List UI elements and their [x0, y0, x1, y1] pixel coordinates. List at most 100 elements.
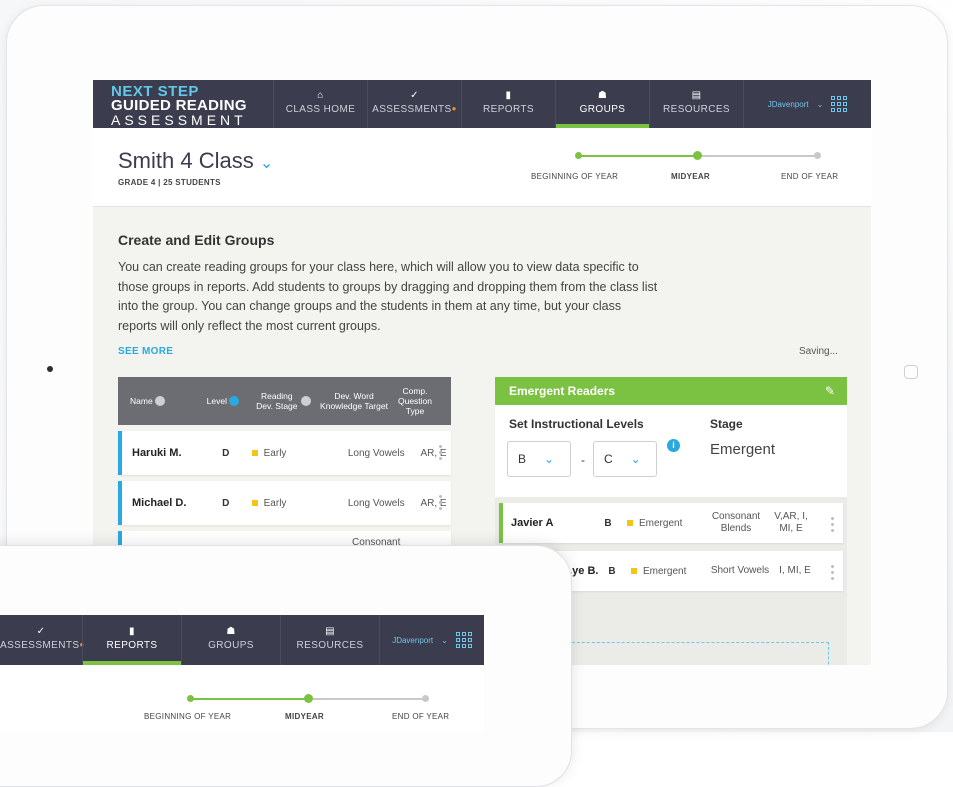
timeline-label-boy[interactable]: BEGINNING OF YEAR — [144, 712, 231, 721]
year-timeline — [187, 694, 429, 703]
student-qtype: AR, E — [420, 497, 447, 509]
home-icon: ⌂ — [317, 90, 324, 101]
nav-label: ASSESSMENTS — [372, 104, 452, 115]
level-to-value: C — [604, 452, 613, 466]
nav-reports[interactable]: ▮ REPORTS — [82, 615, 181, 665]
timeline-label-eoy[interactable]: END OF YEAR — [781, 172, 838, 181]
drag-handle-icon[interactable] — [439, 445, 443, 460]
timeline-label-midyear[interactable]: MIDYEAR — [671, 172, 710, 181]
col-level[interactable]: Level — [198, 396, 248, 407]
apps-grid-icon[interactable] — [455, 632, 472, 648]
level-from-value: B — [518, 452, 527, 466]
info-icon[interactable]: i — [667, 439, 680, 452]
check-icon: ✓ — [410, 90, 419, 101]
year-timeline — [575, 151, 821, 160]
tablet-home-button — [904, 365, 918, 379]
stage-value: Emergent — [710, 441, 776, 458]
front-class-header — [0, 665, 484, 732]
group-header: Emergent Readers ✎ — [495, 377, 847, 405]
section-title: Create and Edit Groups — [118, 232, 275, 248]
timeline-dot-boy[interactable] — [187, 695, 194, 702]
member-stage-label: Emergent — [639, 517, 683, 529]
check-icon: ✓ — [36, 626, 46, 637]
level-to-select[interactable]: C ⌄ — [593, 441, 657, 477]
col-name-label: Name — [130, 395, 153, 406]
nav-resources[interactable]: ▤ RESOURCES — [649, 80, 743, 128]
student-stage: Early — [240, 498, 337, 509]
chevron-down-icon: ⌄ — [259, 155, 274, 172]
col-stage-label: Reading Dev. Stage — [256, 391, 298, 411]
timeline-dot-midyear[interactable] — [304, 694, 313, 703]
sort-icon — [301, 396, 312, 406]
timeline-label-eoy[interactable]: END OF YEAR — [392, 712, 449, 721]
nav-reports[interactable]: ▮ REPORTS — [461, 80, 555, 128]
nav-groups[interactable]: ☗ GROUPS — [181, 615, 280, 665]
timeline-dot-eoy[interactable] — [814, 152, 821, 159]
stage-label: Early — [263, 497, 287, 509]
user-menu[interactable]: JDavenport ⌄ — [743, 80, 871, 128]
stage-color-icon — [251, 499, 258, 506]
logo-line-2: GUIDED READING — [111, 97, 247, 114]
timeline-progress — [190, 698, 308, 700]
stage-label: Stage — [710, 417, 743, 431]
col-stage[interactable]: Reading Dev. Stage — [248, 391, 318, 411]
timeline-dot-midyear[interactable] — [693, 151, 702, 160]
stage-color-icon — [631, 567, 637, 574]
drag-handle-icon[interactable] — [831, 565, 835, 580]
drop-zone[interactable] — [527, 642, 829, 665]
list-item[interactable]: Javier A B Emergent Consonant Blends V,A… — [499, 503, 843, 543]
class-header: Smith 4 Class ⌄ GRADE 4 | 25 STUDENTS — [93, 128, 871, 207]
see-more-link[interactable]: SEE MORE — [118, 346, 173, 357]
student-target: Long Vowels — [347, 447, 405, 459]
table-row[interactable]: Haruki M. D Early Long Vowels AR, E — [118, 431, 451, 475]
timeline-dot-boy[interactable] — [575, 152, 582, 159]
timeline-label-boy[interactable]: BEGINNING OF YEAR — [531, 172, 618, 181]
col-name[interactable]: Name — [118, 396, 198, 407]
stage-label: Early — [263, 447, 287, 459]
app-logo[interactable]: NEXT STEP GUIDED READING ASSESSMENT — [93, 80, 273, 128]
table-header: Name Level Reading Dev. Stage Dev. Word … — [118, 377, 451, 425]
user-menu[interactable]: JDavenport ⌄ — [379, 615, 484, 665]
document-icon: ▤ — [691, 90, 702, 101]
timeline-label-midyear[interactable]: MIDYEAR — [285, 712, 324, 721]
nav-label: RESOURCES — [296, 640, 364, 651]
top-nav: NEXT STEP GUIDED READING ASSESSMENT ⌂ CL… — [93, 80, 871, 128]
nav-label: REPORTS — [106, 640, 158, 651]
member-target: Consonant Blends — [711, 511, 761, 534]
front-app-screen: ✓ ASSESSMENTS● ▮ REPORTS ☗ GROUPS ▤ RESO… — [0, 615, 484, 732]
users-icon: ☗ — [597, 90, 608, 101]
nav-class-home[interactable]: ⌂ CLASS HOME — [273, 80, 367, 128]
timeline-dot-eoy[interactable] — [422, 695, 429, 702]
chevron-down-icon: ⌄ — [630, 452, 641, 466]
student-level: D — [222, 497, 230, 509]
timeline-progress — [578, 155, 696, 157]
col-target[interactable]: Dev. Word Knowledge Target — [318, 391, 390, 411]
student-name: Haruki M. — [132, 447, 182, 459]
member-stage-label: Emergent — [643, 565, 687, 577]
col-level-label: Level — [206, 395, 227, 406]
save-status: Saving... — [799, 346, 838, 357]
stage-color-icon — [251, 449, 258, 456]
nav-assessments[interactable]: ✓ ASSESSMENTS● — [367, 80, 461, 128]
nav-resources[interactable]: ▤ RESOURCES — [280, 615, 379, 665]
class-subtitle: GRADE 4 | 25 STUDENTS — [118, 178, 221, 187]
class-selector[interactable]: Smith 4 Class ⌄ — [118, 148, 273, 174]
nav-label: RESOURCES — [663, 104, 730, 115]
nav-assessments[interactable]: ✓ ASSESSMENTS● — [0, 615, 84, 665]
level-from-select[interactable]: B ⌄ — [507, 441, 571, 477]
range-separator: - — [581, 453, 585, 467]
col-question-type[interactable]: Comp. Question Type — [390, 386, 440, 416]
student-name: Michael D. — [132, 497, 187, 509]
table-row[interactable]: Michael D. D Early Long Vowels AR, E — [118, 481, 451, 525]
nav-label: CLASS HOME — [285, 104, 356, 115]
drag-handle-icon[interactable] — [439, 495, 443, 510]
apps-grid-icon[interactable] — [831, 96, 848, 112]
nav-groups[interactable]: ☗ GROUPS — [555, 80, 649, 128]
alert-dot-icon: ● — [451, 104, 457, 113]
nav-label: GROUPS — [579, 104, 626, 115]
student-stage: Early — [240, 448, 337, 459]
drag-handle-icon[interactable] — [831, 517, 835, 532]
member-stage: Emergent — [617, 518, 705, 529]
pencil-icon[interactable]: ✎ — [825, 384, 835, 398]
class-title: Smith 4 Class — [118, 148, 254, 173]
